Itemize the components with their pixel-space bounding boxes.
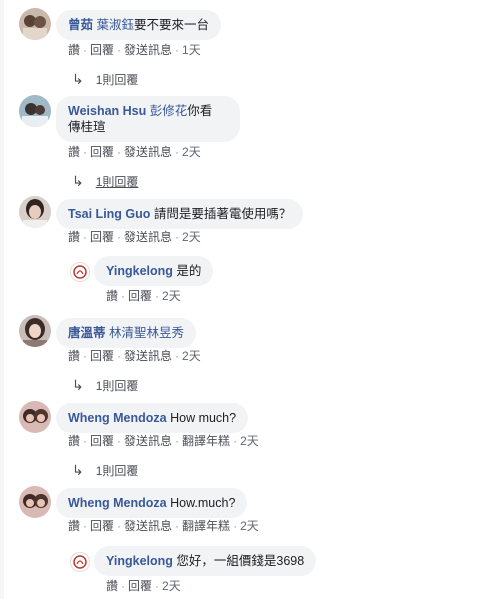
reply-button[interactable]: 回覆: [90, 349, 114, 363]
send-message-button[interactable]: 發送訊息: [124, 145, 172, 159]
reply-actions: 讚 · 回覆 · 2天: [106, 289, 181, 303]
send-message-button[interactable]: 發送訊息: [124, 519, 172, 533]
comment-actions: 讚 · 回覆 · 發送訊息 · 2天: [68, 145, 201, 159]
comment-bubble: 曾茹 葉淑鈺要不要來一台: [56, 10, 222, 40]
comment-text: How much?: [170, 411, 237, 425]
comment-bubble: Wheng Mendoza How much?: [56, 403, 249, 433]
timestamp[interactable]: 2天: [162, 289, 181, 303]
comment-text: 請問是要插著電使用嗎？: [153, 207, 292, 221]
tagged-user[interactable]: 葉淑鈺: [97, 18, 135, 32]
timestamp[interactable]: 2天: [182, 230, 201, 244]
comment-text: How.much?: [170, 496, 236, 510]
reply-arrow-icon: ↳: [72, 71, 84, 87]
avatar[interactable]: [19, 486, 51, 518]
comment-author[interactable]: Wheng Mendoza: [68, 496, 167, 510]
timestamp[interactable]: 2天: [240, 434, 259, 448]
comment-bubble: Wheng Mendoza How.much?: [56, 488, 248, 518]
comment-text-line2: 傳桂瑄: [68, 120, 106, 134]
reply-text: 您好，一組價錢是3698: [176, 554, 305, 568]
comment-author[interactable]: Weishan Hsu: [68, 104, 146, 118]
avatar[interactable]: [19, 315, 51, 347]
like-button[interactable]: 讚: [68, 349, 80, 363]
tagged-user[interactable]: 彭修花: [150, 104, 188, 118]
avatar[interactable]: [19, 95, 51, 127]
reply-button[interactable]: 回覆: [128, 579, 152, 593]
reply-button[interactable]: 回覆: [90, 43, 114, 57]
like-button[interactable]: 讚: [68, 230, 80, 244]
comment-bubble: Weishan Hsu 彭修花你看 傳桂瑄: [56, 96, 240, 142]
comment-author[interactable]: Wheng Mendoza: [68, 411, 167, 425]
reply-bubble: Yingkelong 是的: [94, 256, 214, 286]
comment-text: 你看: [187, 104, 213, 118]
timestamp[interactable]: 1天: [182, 43, 201, 57]
like-button[interactable]: 讚: [68, 145, 80, 159]
reply-button[interactable]: 回覆: [90, 145, 114, 159]
like-button[interactable]: 讚: [68, 519, 80, 533]
comment-actions: 讚 · 回覆 · 發送訊息 · 翻譯年糕 · 2天: [68, 434, 259, 448]
left-border: [0, 0, 4, 599]
comment-author[interactable]: 曾茹: [68, 18, 93, 32]
timestamp[interactable]: 2天: [240, 519, 259, 533]
reply-button[interactable]: 回覆: [128, 289, 152, 303]
comment-author[interactable]: 唐溫蒂: [68, 326, 106, 340]
translate-button[interactable]: 翻譯年糕: [182, 434, 230, 448]
reply-author[interactable]: Yingkelong: [106, 554, 173, 568]
like-button[interactable]: 讚: [68, 434, 80, 448]
comment-author[interactable]: Tsai Ling Guo: [68, 207, 150, 221]
page-avatar[interactable]: [70, 552, 90, 572]
send-message-button[interactable]: 發送訊息: [124, 230, 172, 244]
timestamp[interactable]: 2天: [162, 579, 181, 593]
view-replies-link[interactable]: ↳ 1則回覆: [72, 377, 138, 394]
view-replies-link[interactable]: ↳ 1則回覆: [72, 462, 138, 479]
send-message-button[interactable]: 發送訊息: [124, 434, 172, 448]
view-replies-link[interactable]: ↳ 1則回覆: [72, 71, 138, 88]
like-button[interactable]: 讚: [106, 289, 118, 303]
tagged-user[interactable]: 林清聖林昱秀: [109, 326, 184, 340]
avatar[interactable]: [19, 8, 51, 40]
comment-actions: 讚 · 回覆 · 發送訊息 · 翻譯年糕 · 2天: [68, 519, 259, 533]
comment-text: 要不要來一台: [134, 18, 210, 32]
reply-arrow-icon: ↳: [72, 377, 84, 393]
reply-button[interactable]: 回覆: [90, 230, 114, 244]
comment-actions: 讚 · 回覆 · 發送訊息 · 2天: [68, 230, 201, 244]
translate-button[interactable]: 翻譯年糕: [182, 519, 230, 533]
reply-bubble: Yingkelong 您好，一組價錢是3698: [94, 546, 317, 576]
send-message-button[interactable]: 發送訊息: [124, 349, 172, 363]
like-button[interactable]: 讚: [68, 43, 80, 57]
reply-button[interactable]: 回覆: [90, 519, 114, 533]
comment-bubble: 唐溫蒂 林清聖林昱秀: [56, 318, 197, 348]
comment-actions: 讚 · 回覆 · 發送訊息 · 2天: [68, 349, 201, 363]
comment-actions: 讚 · 回覆 · 發送訊息 · 1天: [68, 43, 201, 57]
page-avatar[interactable]: [70, 262, 90, 282]
reply-author[interactable]: Yingkelong: [106, 264, 173, 278]
avatar[interactable]: [19, 401, 51, 433]
comment-bubble: Tsai Ling Guo 請問是要插著電使用嗎？: [56, 199, 304, 229]
view-replies-link[interactable]: ↳ 1則回覆: [72, 173, 138, 190]
reply-arrow-icon: ↳: [72, 173, 84, 189]
reply-actions: 讚 · 回覆 · 2天: [106, 579, 181, 593]
reply-arrow-icon: ↳: [72, 462, 84, 478]
timestamp[interactable]: 2天: [182, 145, 201, 159]
like-button[interactable]: 讚: [106, 579, 118, 593]
timestamp[interactable]: 2天: [182, 349, 201, 363]
reply-text: 是的: [176, 264, 202, 278]
send-message-button[interactable]: 發送訊息: [124, 43, 172, 57]
avatar[interactable]: [19, 196, 51, 228]
reply-button[interactable]: 回覆: [90, 434, 114, 448]
